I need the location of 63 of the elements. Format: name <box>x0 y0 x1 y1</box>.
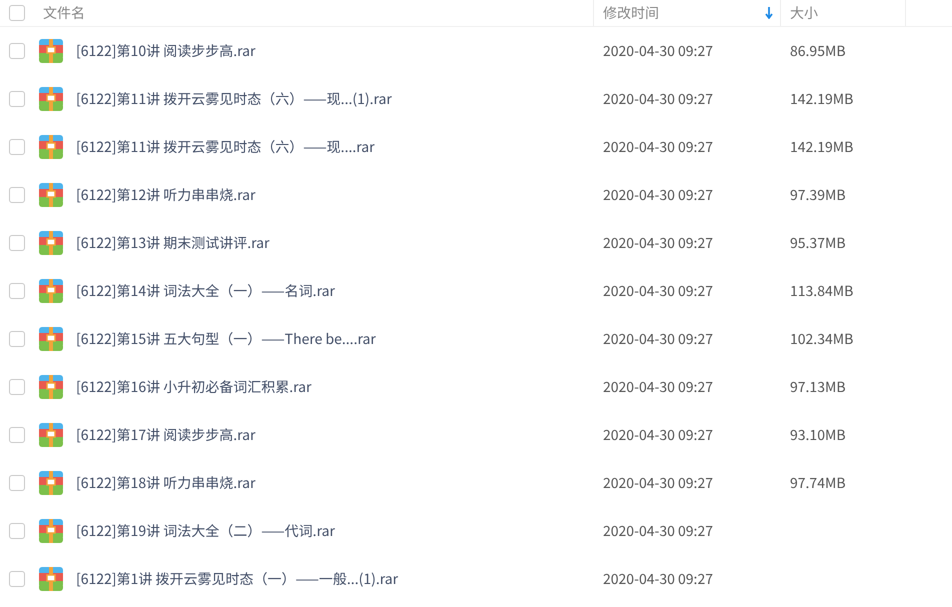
archive-file-icon <box>39 87 63 111</box>
modified-time: 2020-04-30 09:27 <box>603 425 713 445</box>
checkbox[interactable] <box>9 139 25 155</box>
checkbox[interactable] <box>9 427 25 443</box>
modified-time: 2020-04-30 09:27 <box>603 473 713 493</box>
checkbox[interactable] <box>9 91 25 107</box>
checkbox[interactable] <box>9 331 25 347</box>
archive-file-icon <box>39 567 63 591</box>
file-size: 142.19MB <box>790 137 854 157</box>
checkbox[interactable] <box>9 379 25 395</box>
column-header[interactable]: 修改时间 <box>603 3 659 23</box>
archive-file-icon <box>39 135 63 159</box>
file-name[interactable]: [6122]第16讲 小升初必备词汇积累.rar <box>76 377 312 397</box>
file-name[interactable]: [6122]第17讲 阅读步步高.rar <box>76 425 256 445</box>
column-header[interactable]: 文件名 <box>43 3 85 23</box>
archive-file-icon <box>39 471 63 495</box>
file-name[interactable]: [6122]第11讲 拨开云雾见时态（六）——现...(1).rar <box>76 89 392 109</box>
modified-time: 2020-04-30 09:27 <box>603 377 713 397</box>
modified-time: 2020-04-30 09:27 <box>603 137 713 157</box>
file-size: 86.95MB <box>790 41 846 61</box>
file-name[interactable]: [6122]第13讲 期末测试讲评.rar <box>76 233 270 253</box>
archive-file-icon <box>39 327 63 351</box>
modified-time: 2020-04-30 09:27 <box>603 185 713 205</box>
checkbox[interactable] <box>9 571 25 587</box>
file-size: 97.39MB <box>790 185 846 205</box>
archive-file-icon <box>39 39 63 63</box>
file-name[interactable]: [6122]第19讲 词法大全（二）——代词.rar <box>76 521 335 541</box>
modified-time: 2020-04-30 09:27 <box>603 281 713 301</box>
file-size: 102.34MB <box>790 329 854 349</box>
checkbox[interactable] <box>9 283 25 299</box>
file-size: 113.84MB <box>790 281 854 301</box>
checkbox[interactable] <box>9 235 25 251</box>
file-size: 142.19MB <box>790 89 854 109</box>
file-size: 93.10MB <box>790 425 846 445</box>
checkbox[interactable] <box>9 523 25 539</box>
archive-file-icon <box>39 231 63 255</box>
archive-file-icon <box>39 183 63 207</box>
column-header[interactable]: 大小 <box>790 3 818 23</box>
file-name[interactable]: [6122]第11讲 拨开云雾见时态（六）——现....rar <box>76 137 375 157</box>
file-size: 97.74MB <box>790 473 846 493</box>
file-name[interactable]: [6122]第12讲 听力串串烧.rar <box>76 185 256 205</box>
modified-time: 2020-04-30 09:27 <box>603 233 713 253</box>
file-size: 97.13MB <box>790 377 846 397</box>
modified-time: 2020-04-30 09:27 <box>603 521 713 541</box>
archive-file-icon <box>39 519 63 543</box>
modified-time: 2020-04-30 09:27 <box>603 89 713 109</box>
archive-file-icon <box>39 279 63 303</box>
file-name[interactable]: [6122]第15讲 五大句型（一）——There be....rar <box>76 329 376 349</box>
file-size: 95.37MB <box>790 233 846 253</box>
archive-file-icon <box>39 423 63 447</box>
checkbox[interactable] <box>9 5 25 21</box>
modified-time: 2020-04-30 09:27 <box>603 41 713 61</box>
checkbox[interactable] <box>9 43 25 59</box>
checkbox[interactable] <box>9 475 25 491</box>
modified-time: 2020-04-30 09:27 <box>603 329 713 349</box>
modified-time: 2020-04-30 09:27 <box>603 569 713 589</box>
file-name[interactable]: [6122]第18讲 听力串串烧.rar <box>76 473 256 493</box>
file-name[interactable]: [6122]第14讲 词法大全（一）——名词.rar <box>76 281 335 301</box>
archive-file-icon <box>39 375 63 399</box>
checkbox[interactable] <box>9 187 25 203</box>
file-name[interactable]: [6122]第1讲 拨开云雾见时态（一）——一般...(1).rar <box>76 569 398 589</box>
sort-arrow-icon[interactable] <box>765 7 773 19</box>
file-name[interactable]: [6122]第10讲 阅读步步高.rar <box>76 41 256 61</box>
